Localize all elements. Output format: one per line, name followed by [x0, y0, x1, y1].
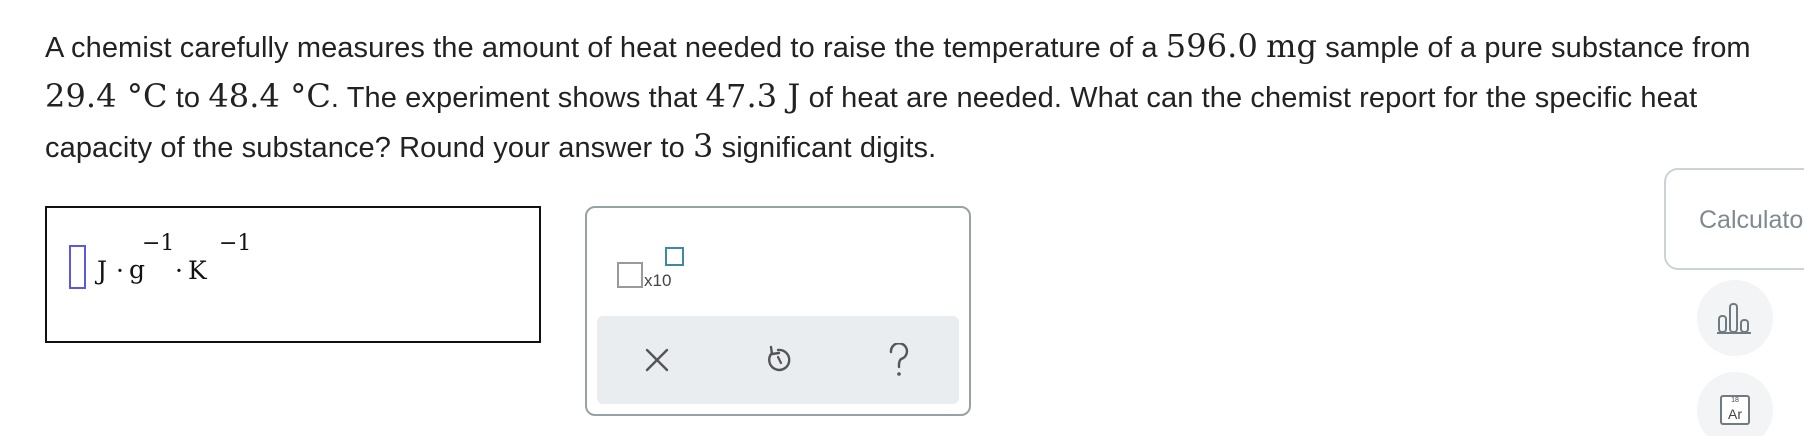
help-icon	[889, 343, 909, 376]
sample-mass: 596.0	[1165, 27, 1258, 65]
question-part: A chemist carefully measures the amount …	[45, 32, 1166, 64]
undo-button[interactable]	[758, 340, 798, 380]
close-icon	[645, 348, 669, 372]
question-part: significant digits.	[713, 132, 937, 164]
calculator-label: Calculator	[1699, 206, 1804, 234]
unit-joule: J	[97, 256, 108, 285]
unit-dot: ·	[116, 256, 124, 285]
action-bar	[597, 316, 959, 404]
sample-mass-unit: mg	[1266, 27, 1318, 65]
heat-amount: 47.3 J	[705, 77, 801, 115]
help-button[interactable]	[879, 340, 919, 380]
initial-temperature: 29.4 °C	[45, 77, 168, 115]
unit-gram: g	[129, 255, 146, 284]
page: A chemist carefully measures the amount …	[0, 0, 1804, 436]
kelvin-exponent: −1	[219, 231, 252, 256]
scientific-notation-button[interactable]: x10	[617, 247, 697, 294]
unit-dot: ·	[175, 256, 183, 285]
undo-icon	[768, 345, 791, 372]
significant-digits: 3	[693, 127, 714, 165]
unit-kelvin: K	[188, 256, 207, 285]
periodic-table-button[interactable]: 18 Ar	[1697, 372, 1773, 436]
bar-chart-icon	[1717, 303, 1751, 334]
periodic-symbol: Ar	[1728, 406, 1742, 422]
question-part: sample of a pure substance from	[1317, 32, 1751, 64]
final-temperature: 48.4 °C	[208, 77, 331, 115]
question-part: . The experiment shows that	[330, 82, 706, 114]
x10-label: x10	[644, 271, 672, 290]
clear-button[interactable]	[637, 340, 677, 380]
gram-exponent: −1	[142, 231, 175, 256]
data-button[interactable]	[1697, 280, 1773, 356]
question-text: A chemist carefully measures the amount …	[45, 22, 1804, 172]
periodic-number: 18	[1731, 397, 1739, 404]
mantissa-box	[617, 262, 643, 288]
periodic-table-icon: 18 Ar	[1720, 395, 1750, 425]
answer-toolbox: x10	[585, 206, 971, 416]
calculator-button[interactable]: Calculator	[1664, 168, 1804, 270]
answer-box[interactable]: J · g −1 · K −1	[45, 206, 541, 343]
exponent-box	[665, 247, 684, 266]
question-part: to	[167, 82, 209, 114]
answer-input-slot[interactable]	[69, 245, 86, 289]
